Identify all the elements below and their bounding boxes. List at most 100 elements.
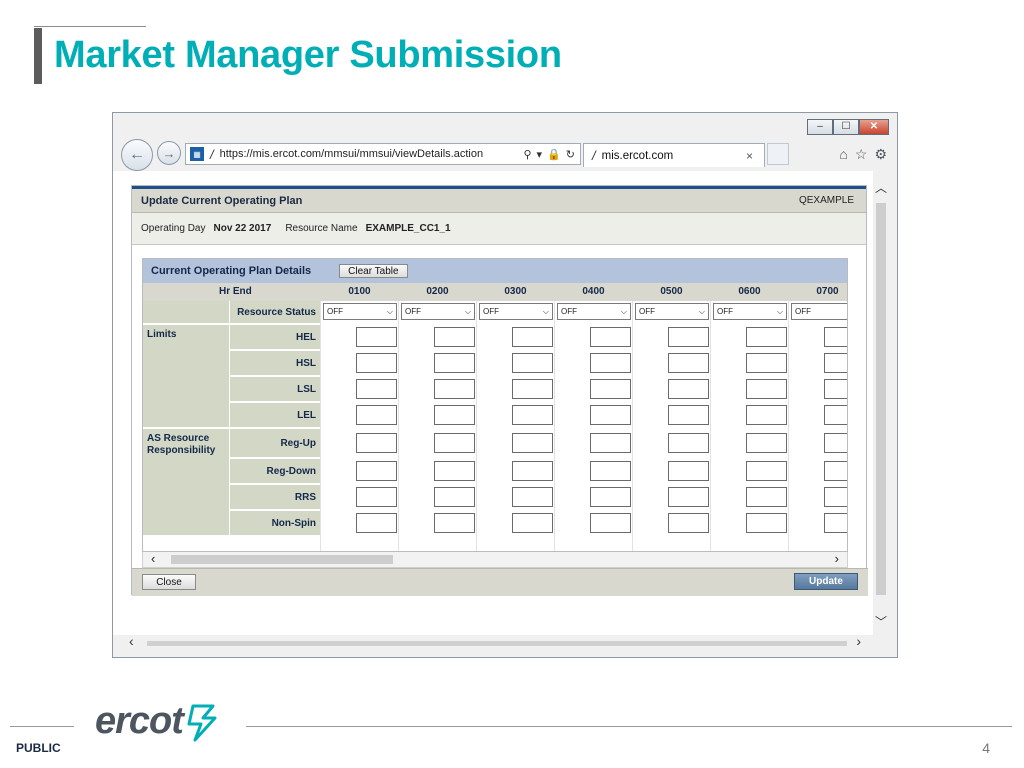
browser-tab[interactable]: / mis.ercot.com × xyxy=(583,143,765,167)
resource-status-select-0600[interactable]: OFF ⌵ xyxy=(713,303,787,320)
input-hel-0300[interactable] xyxy=(512,327,553,347)
input-lel-0700[interactable] xyxy=(824,405,847,425)
row-label-lel: LEL xyxy=(230,403,320,427)
address-url[interactable]: https://mis.ercot.com/mmsui/mmsui/viewDe… xyxy=(220,148,524,160)
input-lsl-0100[interactable] xyxy=(356,379,397,399)
input-non-spin-0400[interactable] xyxy=(590,513,631,533)
resource-status-select-0200[interactable]: OFF ⌵ xyxy=(401,303,475,320)
input-hsl-0400[interactable] xyxy=(590,353,631,373)
gear-icon[interactable]: ⚙ xyxy=(874,146,887,163)
operating-plan-grid: Current Operating Plan Details Clear Tab… xyxy=(142,258,848,552)
input-reg-down-0600[interactable] xyxy=(746,461,787,481)
input-rrs-0500[interactable] xyxy=(668,487,709,507)
scroll-up-icon[interactable]: ︿ xyxy=(873,179,889,195)
input-hsl-0100[interactable] xyxy=(356,353,397,373)
grid-scroll-left-icon[interactable]: ‹ xyxy=(151,551,155,566)
input-lsl-0700[interactable] xyxy=(824,379,847,399)
resource-status-select-0300[interactable]: OFF ⌵ xyxy=(479,303,553,320)
input-hsl-0300[interactable] xyxy=(512,353,553,373)
input-hel-0400[interactable] xyxy=(590,327,631,347)
update-button[interactable]: Update xyxy=(794,573,858,590)
input-reg-up-0200[interactable] xyxy=(434,433,475,453)
resource-status-select-0700[interactable]: OFF⌵ xyxy=(791,303,847,320)
input-reg-down-0200[interactable] xyxy=(434,461,475,481)
input-lel-0500[interactable] xyxy=(668,405,709,425)
search-icon[interactable]: ⚲ xyxy=(523,148,531,161)
input-lsl-0400[interactable] xyxy=(590,379,631,399)
input-rrs-0600[interactable] xyxy=(746,487,787,507)
scrollbar-track[interactable] xyxy=(147,641,847,646)
star-icon[interactable]: ☆ xyxy=(855,146,868,163)
input-hel-0500[interactable] xyxy=(668,327,709,347)
input-lsl-0200[interactable] xyxy=(434,379,475,399)
lock-icon[interactable]: 🔒 xyxy=(547,148,561,161)
input-non-spin-0200[interactable] xyxy=(434,513,475,533)
input-rrs-0100[interactable] xyxy=(356,487,397,507)
input-reg-down-0100[interactable] xyxy=(356,461,397,481)
input-reg-down-0400[interactable] xyxy=(590,461,631,481)
input-non-spin-0300[interactable] xyxy=(512,513,553,533)
input-non-spin-0100[interactable] xyxy=(356,513,397,533)
input-reg-down-0500[interactable] xyxy=(668,461,709,481)
input-reg-up-0500[interactable] xyxy=(668,433,709,453)
input-rrs-0400[interactable] xyxy=(590,487,631,507)
row-label-non-spin: Non-Spin xyxy=(230,511,320,535)
home-icon[interactable]: ⌂ xyxy=(839,146,847,163)
input-lsl-0600[interactable] xyxy=(746,379,787,399)
clear-table-button[interactable]: Clear Table xyxy=(339,264,408,278)
input-hel-0100[interactable] xyxy=(356,327,397,347)
grid-horizontal-scrollbar[interactable]: ‹ › xyxy=(142,551,848,568)
page-vertical-scrollbar[interactable]: ︿ ﹀ xyxy=(873,179,889,629)
input-lel-0100[interactable] xyxy=(356,405,397,425)
grid-scroll-right-icon[interactable]: › xyxy=(835,551,839,566)
refresh-icon[interactable]: ↻ xyxy=(566,148,575,161)
input-reg-up-0600[interactable] xyxy=(746,433,787,453)
resource-status-select-0400[interactable]: OFF ⌵ xyxy=(557,303,631,320)
input-non-spin-0700[interactable] xyxy=(824,513,847,533)
minimize-button[interactable]: – xyxy=(807,119,833,135)
scroll-left-icon[interactable]: ‹ xyxy=(129,633,134,649)
resource-status-select-0500[interactable]: OFF ⌵ xyxy=(635,303,709,320)
input-lsl-0300[interactable] xyxy=(512,379,553,399)
input-hel-0700[interactable] xyxy=(824,327,847,347)
input-non-spin-0500[interactable] xyxy=(668,513,709,533)
input-hsl-0200[interactable] xyxy=(434,353,475,373)
input-reg-down-0300[interactable] xyxy=(512,461,553,481)
new-tab-button[interactable] xyxy=(767,143,789,165)
input-lel-0300[interactable] xyxy=(512,405,553,425)
input-non-spin-0600[interactable] xyxy=(746,513,787,533)
dropdown-icon[interactable]: ▾ xyxy=(537,148,543,161)
input-reg-down-0700[interactable] xyxy=(824,461,847,481)
input-hsl-0500[interactable] xyxy=(668,353,709,373)
tab-close-icon[interactable]: × xyxy=(746,149,764,163)
close-button[interactable]: Close xyxy=(142,574,196,590)
input-reg-up-0300[interactable] xyxy=(512,433,553,453)
site-favicon-icon: ▦ xyxy=(190,147,204,161)
grid-scrollbar-thumb[interactable] xyxy=(171,555,393,564)
input-hsl-0700[interactable] xyxy=(824,353,847,373)
resource-status-select-0100[interactable]: OFF ⌵ xyxy=(323,303,397,320)
input-hel-0600[interactable] xyxy=(746,327,787,347)
input-hsl-0600[interactable] xyxy=(746,353,787,373)
input-hel-0200[interactable] xyxy=(434,327,475,347)
operating-day-label: Operating Day xyxy=(141,223,206,234)
back-button[interactable]: ← xyxy=(121,139,153,171)
input-reg-up-0100[interactable] xyxy=(356,433,397,453)
forward-button[interactable]: → xyxy=(157,141,181,165)
address-bar[interactable]: ▦ / https://mis.ercot.com/mmsui/mmsui/vi… xyxy=(185,143,581,165)
input-lel-0200[interactable] xyxy=(434,405,475,425)
input-rrs-0200[interactable] xyxy=(434,487,475,507)
input-rrs-0300[interactable] xyxy=(512,487,553,507)
page-horizontal-scrollbar[interactable]: ‹ › xyxy=(129,633,861,651)
input-lsl-0500[interactable] xyxy=(668,379,709,399)
input-reg-up-0700[interactable] xyxy=(824,433,847,453)
input-rrs-0700[interactable] xyxy=(824,487,847,507)
input-lel-0600[interactable] xyxy=(746,405,787,425)
scrollbar-thumb[interactable] xyxy=(876,203,886,595)
input-reg-up-0400[interactable] xyxy=(590,433,631,453)
maximize-button[interactable]: ☐ xyxy=(833,119,859,135)
input-lel-0400[interactable] xyxy=(590,405,631,425)
close-window-button[interactable]: ✕ xyxy=(859,119,889,135)
scroll-down-icon[interactable]: ﹀ xyxy=(873,613,889,629)
scroll-right-icon[interactable]: › xyxy=(856,633,861,649)
